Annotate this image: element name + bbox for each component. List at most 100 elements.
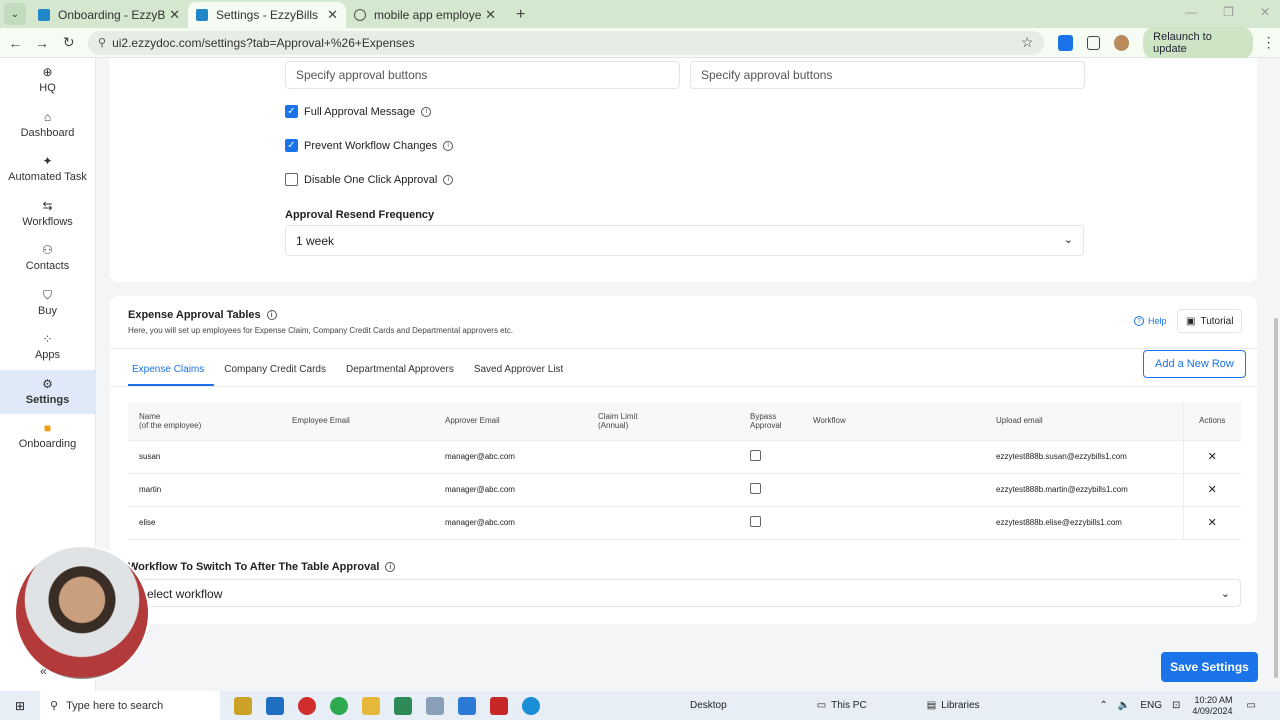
- back-icon[interactable]: ←: [4, 35, 27, 51]
- cell-claim-limit[interactable]: [587, 440, 739, 474]
- app-icon[interactable]: [426, 696, 444, 715]
- tab-departmental-approvers[interactable]: Departmental Approvers: [342, 356, 464, 386]
- profile-avatar[interactable]: [1114, 34, 1130, 51]
- grid-app-icon[interactable]: [458, 696, 476, 715]
- sidebar-item-onboarding[interactable]: ■ Onboarding: [0, 414, 95, 459]
- prevent-workflow-changes-checkbox[interactable]: ✓: [285, 139, 298, 152]
- cell-name[interactable]: elise: [128, 506, 281, 540]
- tray-chevron-icon[interactable]: ⌃: [1100, 700, 1108, 711]
- ezzybills-favicon-icon: [38, 9, 50, 21]
- sidebar-item-workflows[interactable]: ⇆ Workflows: [0, 192, 95, 237]
- cart-icon: ⛉: [42, 287, 52, 302]
- reload-icon[interactable]: ↻: [57, 34, 80, 51]
- cell-workflow[interactable]: [802, 473, 985, 507]
- briefcase-app-icon[interactable]: [234, 696, 252, 715]
- cell-approver-email[interactable]: manager@abc.com: [434, 506, 587, 540]
- sidebar-item-settings[interactable]: ⚙ Settings: [0, 369, 95, 414]
- scrollbar-thumb[interactable]: [1274, 318, 1278, 678]
- cell-claim-limit[interactable]: [587, 473, 739, 507]
- url-bar[interactable]: ⚲ ui2.ezzydoc.com/settings?tab=Approval+…: [88, 30, 1044, 55]
- browser-tab-image[interactable]: mobile app employee name.pn ✕: [346, 2, 504, 28]
- language-indicator[interactable]: ENG: [1140, 700, 1162, 711]
- home-icon: ⌂: [43, 109, 52, 124]
- close-tab-icon[interactable]: ✕: [485, 7, 496, 23]
- sidebar-item-automated-task[interactable]: ✦ Automated Task: [0, 147, 95, 192]
- approval-buttons-input-1[interactable]: Specify approval buttons: [285, 61, 680, 89]
- volume-icon[interactable]: 🔈: [1118, 700, 1130, 711]
- opera-icon[interactable]: [298, 696, 316, 715]
- cell-employee-email[interactable]: [281, 473, 434, 507]
- cell-approver-email[interactable]: manager@abc.com: [434, 440, 587, 474]
- info-icon[interactable]: i: [443, 174, 454, 185]
- cell-name[interactable]: martin: [128, 473, 281, 507]
- cell-name[interactable]: susan: [128, 440, 281, 474]
- extension-icon[interactable]: [1057, 34, 1073, 51]
- sidebar-item-apps[interactable]: ⁘ Apps: [0, 325, 95, 370]
- libraries-toolbar[interactable]: ▤ Libraries: [927, 700, 980, 711]
- bypass-checkbox[interactable]: [750, 450, 761, 461]
- approval-buttons-input-2[interactable]: Specify approval buttons: [690, 61, 1085, 89]
- new-tab-icon[interactable]: +: [516, 6, 525, 24]
- delete-row-icon[interactable]: ✕: [1208, 517, 1217, 529]
- browser-tab-onboarding[interactable]: Onboarding - EzzyBills ✕: [30, 2, 188, 28]
- page-scrollbar[interactable]: [1272, 58, 1280, 691]
- desktop-toolbar[interactable]: Desktop: [690, 700, 727, 711]
- sidebar-item-dashboard[interactable]: ⌂ Dashboard: [0, 103, 95, 148]
- cell-claim-limit[interactable]: [587, 506, 739, 540]
- close-tab-icon[interactable]: ✕: [327, 7, 338, 23]
- tab-search-icon[interactable]: ⌄: [4, 3, 26, 25]
- info-icon[interactable]: i: [421, 106, 432, 117]
- file-explorer-icon[interactable]: [362, 696, 380, 715]
- windows-start-icon[interactable]: ⊞: [0, 699, 40, 713]
- delete-row-icon[interactable]: ✕: [1208, 451, 1217, 463]
- info-icon[interactable]: i: [385, 562, 396, 572]
- cell-employee-email[interactable]: [281, 440, 434, 474]
- relaunch-button[interactable]: Relaunch to update: [1143, 26, 1254, 59]
- notifications-icon[interactable]: ▭: [1246, 700, 1255, 711]
- workflow-select[interactable]: Select workflow ⌄: [128, 579, 1241, 607]
- sidebar-item-contacts[interactable]: ⚇ Contacts: [0, 236, 95, 281]
- tab-company-credit-cards[interactable]: Company Credit Cards: [220, 356, 336, 386]
- browser-menu-icon[interactable]: ⋮: [1257, 34, 1280, 51]
- network-icon[interactable]: ⊡: [1172, 700, 1180, 711]
- tutorial-button[interactable]: ▣ Tutorial: [1177, 309, 1243, 333]
- disable-one-click-approval-checkbox[interactable]: [285, 173, 298, 186]
- save-settings-button[interactable]: Save Settings: [1161, 652, 1258, 682]
- restore-icon[interactable]: ❐: [1223, 5, 1234, 19]
- cell-workflow[interactable]: [802, 506, 985, 540]
- resend-frequency-select[interactable]: 1 week ⌄: [285, 225, 1084, 256]
- bookmark-star-icon[interactable]: ☆: [1021, 34, 1034, 51]
- info-icon[interactable]: i: [443, 140, 454, 151]
- sidebar-item-hq[interactable]: ⊕ HQ: [0, 58, 95, 103]
- bypass-checkbox[interactable]: [750, 516, 761, 527]
- excel-icon[interactable]: [394, 696, 412, 715]
- add-new-row-button[interactable]: Add a New Row: [1143, 350, 1246, 378]
- cell-workflow[interactable]: [802, 440, 985, 474]
- taskbar-search[interactable]: ⚲ Type here to search: [40, 691, 220, 720]
- chrome-icon[interactable]: [330, 696, 348, 715]
- minimize-icon[interactable]: —: [1185, 5, 1197, 19]
- close-tab-icon[interactable]: ✕: [169, 7, 180, 23]
- skype-icon[interactable]: [522, 696, 540, 715]
- this-pc-toolbar[interactable]: ▭ This PC: [817, 700, 867, 711]
- full-approval-message-checkbox[interactable]: ✓: [285, 105, 298, 118]
- extensions-puzzle-icon[interactable]: [1086, 35, 1101, 50]
- cell-employee-email[interactable]: [281, 506, 434, 540]
- tab-saved-approver-list[interactable]: Saved Approver List: [470, 356, 574, 386]
- close-window-icon[interactable]: ✕: [1260, 5, 1270, 19]
- cell-approver-email[interactable]: manager@abc.com: [434, 473, 587, 507]
- outlook-icon[interactable]: [266, 696, 284, 715]
- site-info-icon[interactable]: ⚲: [98, 36, 106, 49]
- info-icon[interactable]: i: [266, 310, 277, 320]
- tab-expense-claims[interactable]: Expense Claims: [128, 356, 215, 386]
- taskbar-clock[interactable]: 10:20 AM 4/09/2024: [1192, 695, 1232, 717]
- bypass-checkbox[interactable]: [750, 483, 761, 494]
- acrobat-icon[interactable]: [490, 696, 508, 715]
- collapse-sidebar-icon[interactable]: «: [40, 664, 47, 678]
- browser-tab-settings[interactable]: Settings - EzzyBills ✕: [188, 2, 346, 28]
- clock-date: 4/09/2024: [1192, 705, 1233, 716]
- help-link[interactable]: ? Help: [1134, 316, 1167, 326]
- delete-row-icon[interactable]: ✕: [1208, 484, 1217, 496]
- forward-icon[interactable]: →: [31, 35, 54, 51]
- sidebar-item-buy[interactable]: ⛉ Buy: [0, 281, 95, 326]
